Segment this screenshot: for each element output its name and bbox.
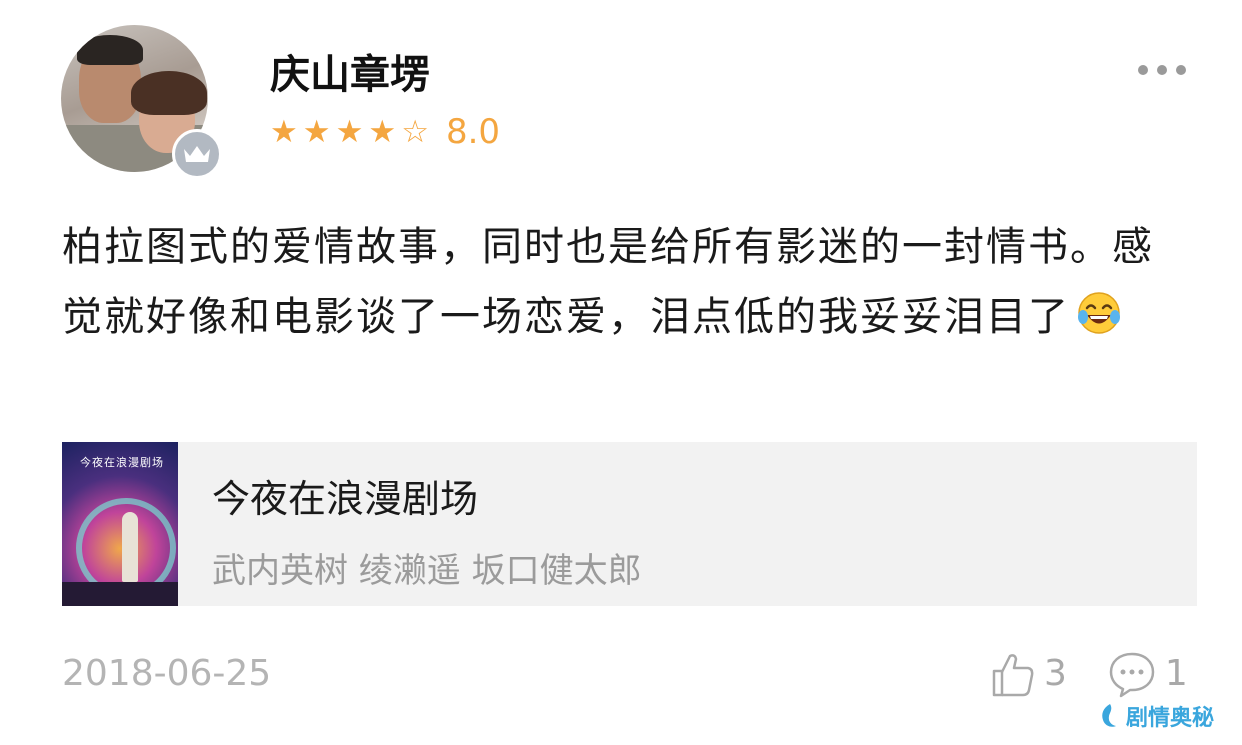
movie-card[interactable]: 今夜在浪漫剧场 今夜在浪漫剧场 武内英树 绫濑遥 坂口健太郎 — [62, 442, 1197, 606]
like-count: 3 — [1044, 653, 1067, 694]
review-body: 柏拉图式的爱情故事，同时也是给所有影迷的一封情书。感觉就好像和电影谈了一场恋爱，… — [62, 212, 1192, 352]
review-card: 庆山章塄 ★ ★ ★ ★ ☆ 8.0 柏拉图式的爱情故事，同时也是给所有影迷的一… — [0, 0, 1242, 745]
star-filled-icon: ★ — [270, 114, 298, 150]
crown-icon — [172, 129, 222, 179]
dot — [1176, 65, 1186, 75]
comment-bubble-icon[interactable] — [1107, 650, 1157, 698]
thumbs-up-icon[interactable] — [990, 650, 1036, 698]
star-rating: ★ ★ ★ ★ ☆ 8.0 — [270, 112, 500, 152]
poster-art-figure — [122, 512, 138, 582]
rating-score: 8.0 — [445, 112, 501, 152]
poster-art-bottom — [62, 582, 178, 606]
more-dots-icon[interactable] — [1138, 62, 1186, 78]
movie-info: 今夜在浪漫剧场 武内英树 绫濑遥 坂口健太郎 — [178, 442, 642, 606]
watermark-text: 剧情奥秘 — [1126, 706, 1215, 731]
review-text: 柏拉图式的爱情故事，同时也是给所有影迷的一封情书。感觉就好像和电影谈了一场恋爱，… — [62, 224, 1154, 340]
watermark: 剧情奥秘 — [1098, 700, 1214, 732]
movie-poster: 今夜在浪漫剧场 — [62, 442, 178, 606]
dot — [1157, 65, 1167, 75]
avatar-hair-man — [77, 35, 143, 65]
action-bar: 3 1 — [990, 648, 1188, 700]
review-date: 2018-06-25 — [62, 653, 272, 694]
star-filled-icon: ★ — [368, 114, 397, 150]
movie-title: 今夜在浪漫剧场 — [212, 477, 479, 521]
movie-cast: 武内英树 绫濑遥 坂口健太郎 — [212, 551, 642, 591]
watermark-logo-icon — [1102, 704, 1117, 727]
username[interactable]: 庆山章塄 — [270, 42, 430, 100]
star-empty-icon: ☆ — [401, 114, 429, 150]
star-filled-icon: ★ — [335, 114, 364, 150]
laughing-with-tears-emoji — [1078, 292, 1120, 334]
comment-count: 1 — [1164, 653, 1188, 694]
avatar-hair-woman — [131, 71, 207, 115]
poster-title: 今夜在浪漫剧场 — [80, 456, 164, 469]
dot — [1138, 65, 1148, 75]
comment-button[interactable]: 1 — [1107, 648, 1188, 700]
star-filled-icon: ★ — [302, 114, 331, 150]
